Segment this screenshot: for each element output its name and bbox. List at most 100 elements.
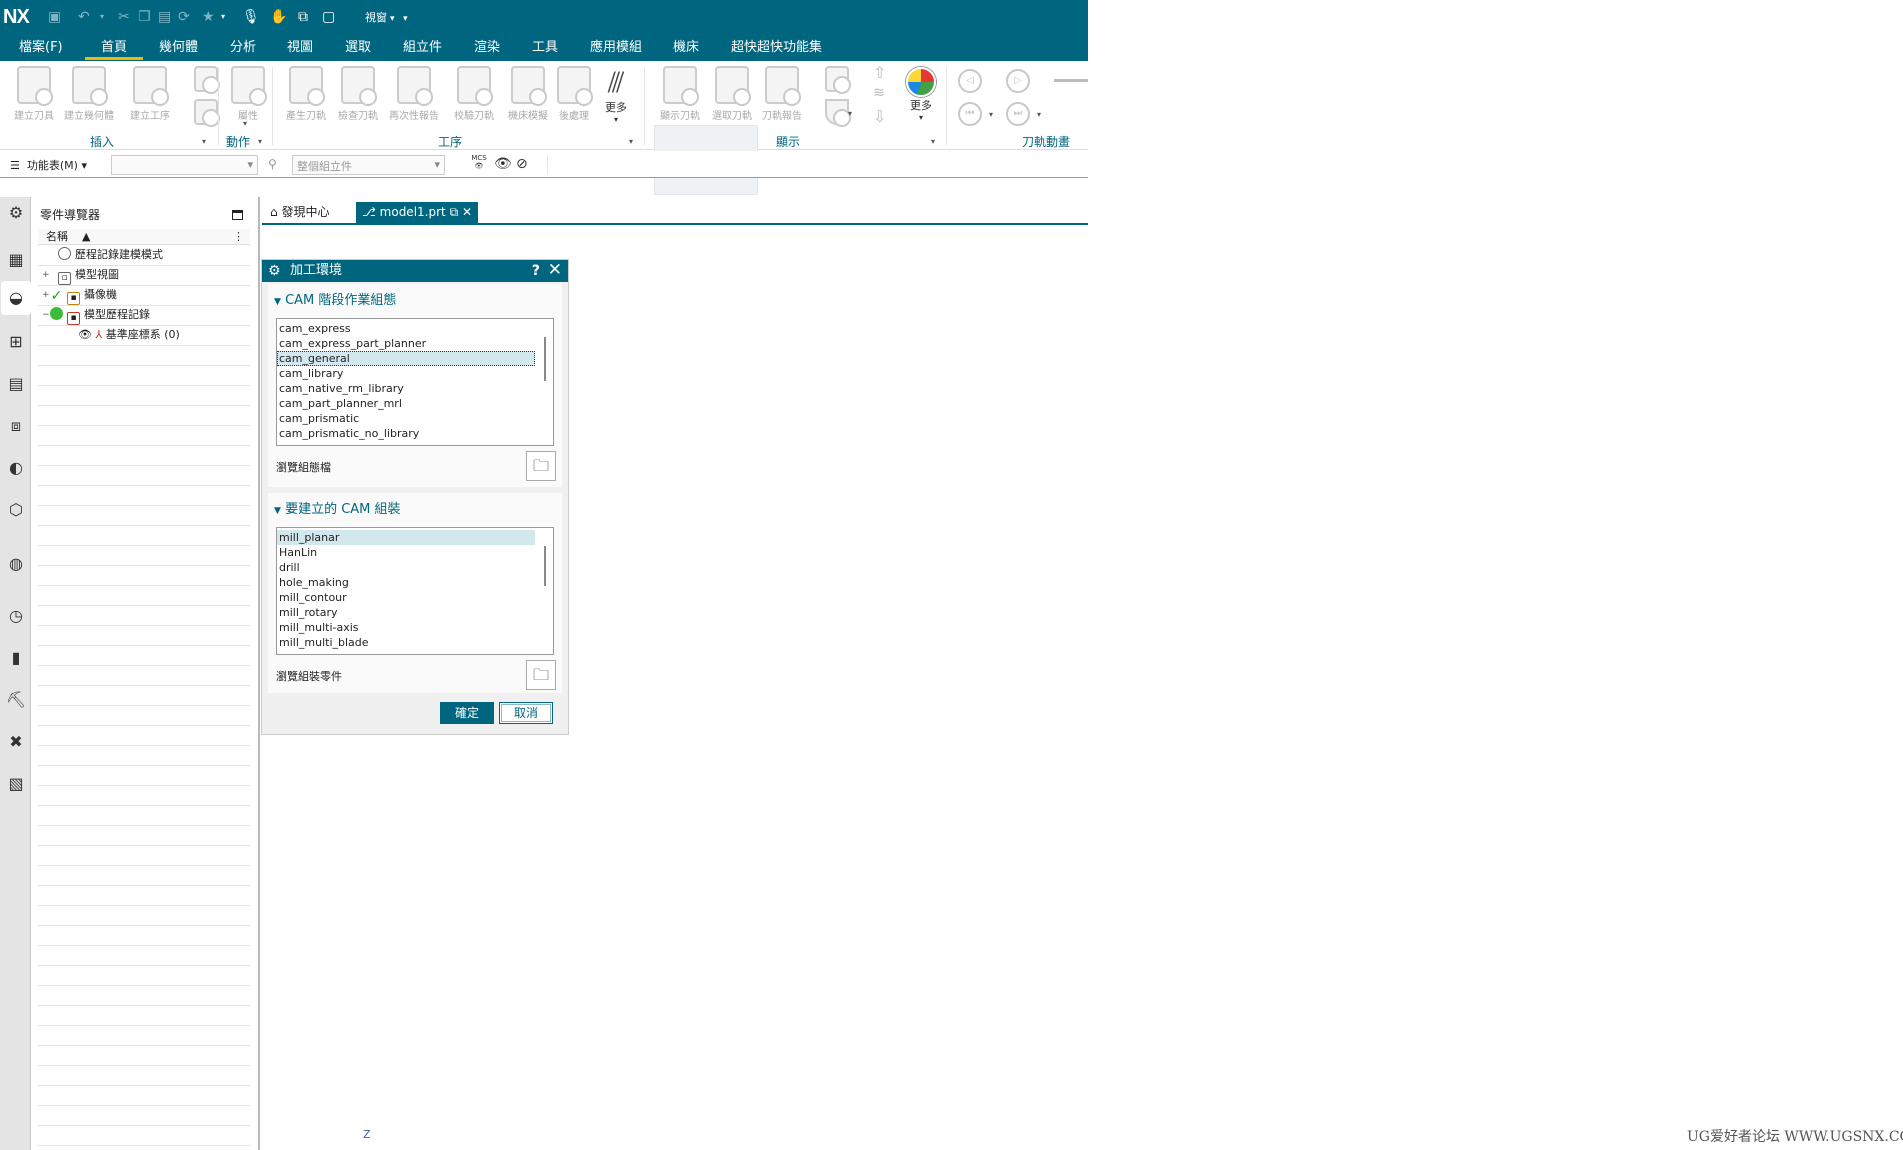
undo-icon[interactable]: ↶ bbox=[78, 8, 90, 26]
ok-button[interactable]: 確定 bbox=[440, 702, 494, 724]
customize-quick-access-icon[interactable]: ▾ bbox=[403, 10, 408, 28]
menu-home[interactable]: 首頁 bbox=[101, 39, 127, 57]
list-scrollbar[interactable] bbox=[544, 337, 546, 381]
expand-cameras-icon[interactable]: + bbox=[42, 290, 50, 300]
repeat-command-icon[interactable]: ⟳ bbox=[178, 8, 190, 26]
tab-close-icon[interactable]: ✕ bbox=[462, 205, 472, 219]
cam-session-config-header[interactable]: ▼ CAM 階段作業組態 bbox=[274, 289, 396, 308]
browse-config-button[interactable]: 🗀 bbox=[526, 451, 556, 481]
type-filter-combo[interactable] bbox=[111, 155, 258, 175]
move-up-icon[interactable]: ⇧ bbox=[873, 63, 886, 82]
machine-tool-navigator-icon[interactable]: ⊞ bbox=[5, 331, 27, 353]
list-item[interactable]: cam_part_planner_mrl bbox=[277, 396, 535, 411]
menu-render[interactable]: 渲染 bbox=[474, 39, 500, 57]
list-item[interactable]: cam_library bbox=[277, 366, 535, 381]
copy-icon[interactable]: ❐ bbox=[138, 8, 151, 26]
tree-item-datum-csys[interactable]: 👁 ⅄ 基準座標系 (0) bbox=[78, 326, 180, 344]
dialog-gear-icon[interactable]: ⚙ bbox=[268, 260, 281, 282]
undo-dropdown-icon[interactable]: ▾ bbox=[100, 8, 104, 26]
tree-item-model-history[interactable]: ▪ 模型歷程記錄 bbox=[50, 306, 150, 325]
create-tool-button[interactable]: 建立刀具 bbox=[8, 66, 60, 122]
move-down-icon[interactable]: ⇩ bbox=[873, 107, 886, 126]
report-button[interactable]: 再次性報告 bbox=[388, 66, 440, 122]
collapse-model-history-icon[interactable]: − bbox=[42, 310, 50, 320]
list-item[interactable]: mill_rotary bbox=[277, 605, 535, 620]
generate-toolpath-button[interactable]: 產生刀軌 bbox=[280, 66, 332, 122]
tree-item-model-views[interactable]: ▫ 模型視圖 bbox=[58, 266, 119, 285]
feature-navigator-icon[interactable]: ▤ bbox=[5, 373, 27, 395]
cut-icon[interactable]: ✂ bbox=[118, 8, 130, 26]
properties-button[interactable]: 屬性 bbox=[222, 66, 274, 122]
maximize-icon[interactable] bbox=[232, 210, 243, 220]
layers-icon[interactable]: ≋ bbox=[873, 85, 885, 101]
verify-toolpath-button[interactable]: 檢查刀軌 bbox=[332, 66, 384, 122]
list-item[interactable]: cam_express_part_planner bbox=[277, 336, 535, 351]
display-toolpath-button[interactable]: 顯示刀軌 bbox=[654, 66, 706, 122]
machine-simulation-button[interactable]: 機床模擬 bbox=[502, 66, 554, 122]
window-icon[interactable]: ▢ bbox=[322, 8, 335, 26]
mcs-filter-icon[interactable]: MCS 👁 bbox=[470, 154, 488, 174]
start-dropdown-icon[interactable]: ▾ bbox=[989, 110, 993, 119]
history-clock-icon[interactable]: ◷ bbox=[5, 605, 27, 627]
tab-menu-icon[interactable]: ⧉ bbox=[450, 205, 459, 219]
create-operation-button[interactable]: 建立工序 bbox=[124, 66, 176, 122]
name-column-header[interactable]: 名稱 ▲ ⋮ bbox=[38, 229, 250, 245]
selection-scope-combo[interactable]: 整個組立件 bbox=[292, 155, 445, 175]
operation-group-dropdown-icon[interactable]: ▾ bbox=[629, 137, 633, 146]
menu-assemblies[interactable]: 組立件 bbox=[403, 39, 442, 57]
tools-icon[interactable]: ✖ bbox=[5, 731, 27, 753]
tree-item-cameras[interactable]: ✓ ▪ 攝像機 bbox=[50, 286, 117, 305]
assembly-navigator-icon[interactable]: ⧈ bbox=[5, 415, 27, 437]
operation-navigator-icon[interactable]: ◒ bbox=[1, 281, 31, 315]
paste-icon[interactable]: ▤ bbox=[158, 8, 171, 26]
cam-session-config-list[interactable]: cam_express cam_express_part_planner cam… bbox=[276, 318, 554, 446]
tree-item-history-mode[interactable]: 歷程記錄建模模式 bbox=[58, 246, 163, 264]
touch-mode-icon[interactable]: ✋ bbox=[270, 8, 287, 26]
window-menu-dropdown-icon[interactable]: ▾ bbox=[390, 10, 395, 28]
operation-more-button[interactable]: ⫻ 更多 ▾ bbox=[605, 67, 627, 125]
dialog-title-bar[interactable]: ⚙ 加工環境 ? ✕ bbox=[262, 260, 568, 282]
browse-assembly-button[interactable]: 🗀 bbox=[526, 660, 556, 690]
action-group-dropdown-icon[interactable]: ▾ bbox=[258, 137, 262, 146]
roles-icon[interactable]: ⛏ bbox=[5, 689, 27, 711]
check-toolpath-button[interactable]: 校驗刀軌 bbox=[448, 66, 500, 122]
list-item[interactable]: mill_multi_blade bbox=[277, 635, 535, 650]
part-navigator-icon[interactable]: ▦ bbox=[5, 249, 27, 271]
list-item[interactable]: cam_prismatic bbox=[277, 411, 535, 426]
animation-speed-slider[interactable] bbox=[1054, 79, 1088, 82]
list-item[interactable]: hole_making bbox=[277, 575, 535, 590]
display-group-dropdown-icon[interactable]: ▾ bbox=[931, 137, 935, 146]
menu-tools[interactable]: 工具 bbox=[532, 39, 558, 57]
hide-eye-icon[interactable]: ⊘ bbox=[516, 156, 528, 172]
list-item[interactable]: drill bbox=[277, 560, 535, 575]
menu-select[interactable]: 選取 bbox=[345, 39, 371, 57]
menu-machine[interactable]: 機床 bbox=[673, 39, 699, 57]
insert-group-dropdown-icon[interactable]: ▾ bbox=[202, 137, 206, 146]
settings-gear-icon[interactable]: ⚙ bbox=[5, 202, 27, 224]
cam-setup-header[interactable]: ▼ 要建立的 CAM 組裝 bbox=[274, 498, 401, 517]
play-forward-icon[interactable]: ▷ bbox=[1006, 69, 1030, 93]
create-geometry-button[interactable]: 建立幾何體 bbox=[63, 66, 115, 122]
save-icon[interactable]: ▣ bbox=[48, 8, 61, 26]
dialog-close-icon[interactable]: ✕ bbox=[548, 259, 562, 281]
web-browser-icon[interactable]: ◍ bbox=[5, 553, 27, 575]
post-process-button[interactable]: 後處理 bbox=[548, 66, 600, 122]
list-item[interactable]: cam_express bbox=[277, 321, 535, 336]
favorites-dropdown-icon[interactable]: ▾ bbox=[221, 8, 225, 26]
list-item[interactable]: mill_multi-axis bbox=[277, 620, 535, 635]
end-dropdown-icon[interactable]: ▾ bbox=[1037, 110, 1041, 119]
panel-splitter[interactable] bbox=[258, 197, 260, 1150]
toolpath-report-button[interactable]: 刀軌報告 bbox=[756, 66, 808, 122]
list-item[interactable]: mill_contour bbox=[277, 590, 535, 605]
list-item-selected[interactable]: mill_planar bbox=[277, 530, 535, 545]
expand-model-views-icon[interactable]: + bbox=[42, 270, 50, 280]
display-option-button[interactable] bbox=[811, 66, 863, 95]
list-item[interactable]: HanLin bbox=[277, 545, 535, 560]
function-menu-button[interactable]: ☰ 功能表(M) ▾ bbox=[10, 157, 87, 173]
play-backward-icon[interactable]: ◁ bbox=[958, 69, 982, 93]
reuse-library-icon[interactable]: ◐ bbox=[5, 457, 27, 479]
tab-discovery-center[interactable]: ⌂ 發現中心 bbox=[264, 202, 335, 225]
filter-icon[interactable]: ⚲ bbox=[268, 157, 277, 171]
menu-view[interactable]: 視圖 bbox=[287, 39, 313, 57]
menu-analysis[interactable]: 分析 bbox=[230, 39, 256, 57]
